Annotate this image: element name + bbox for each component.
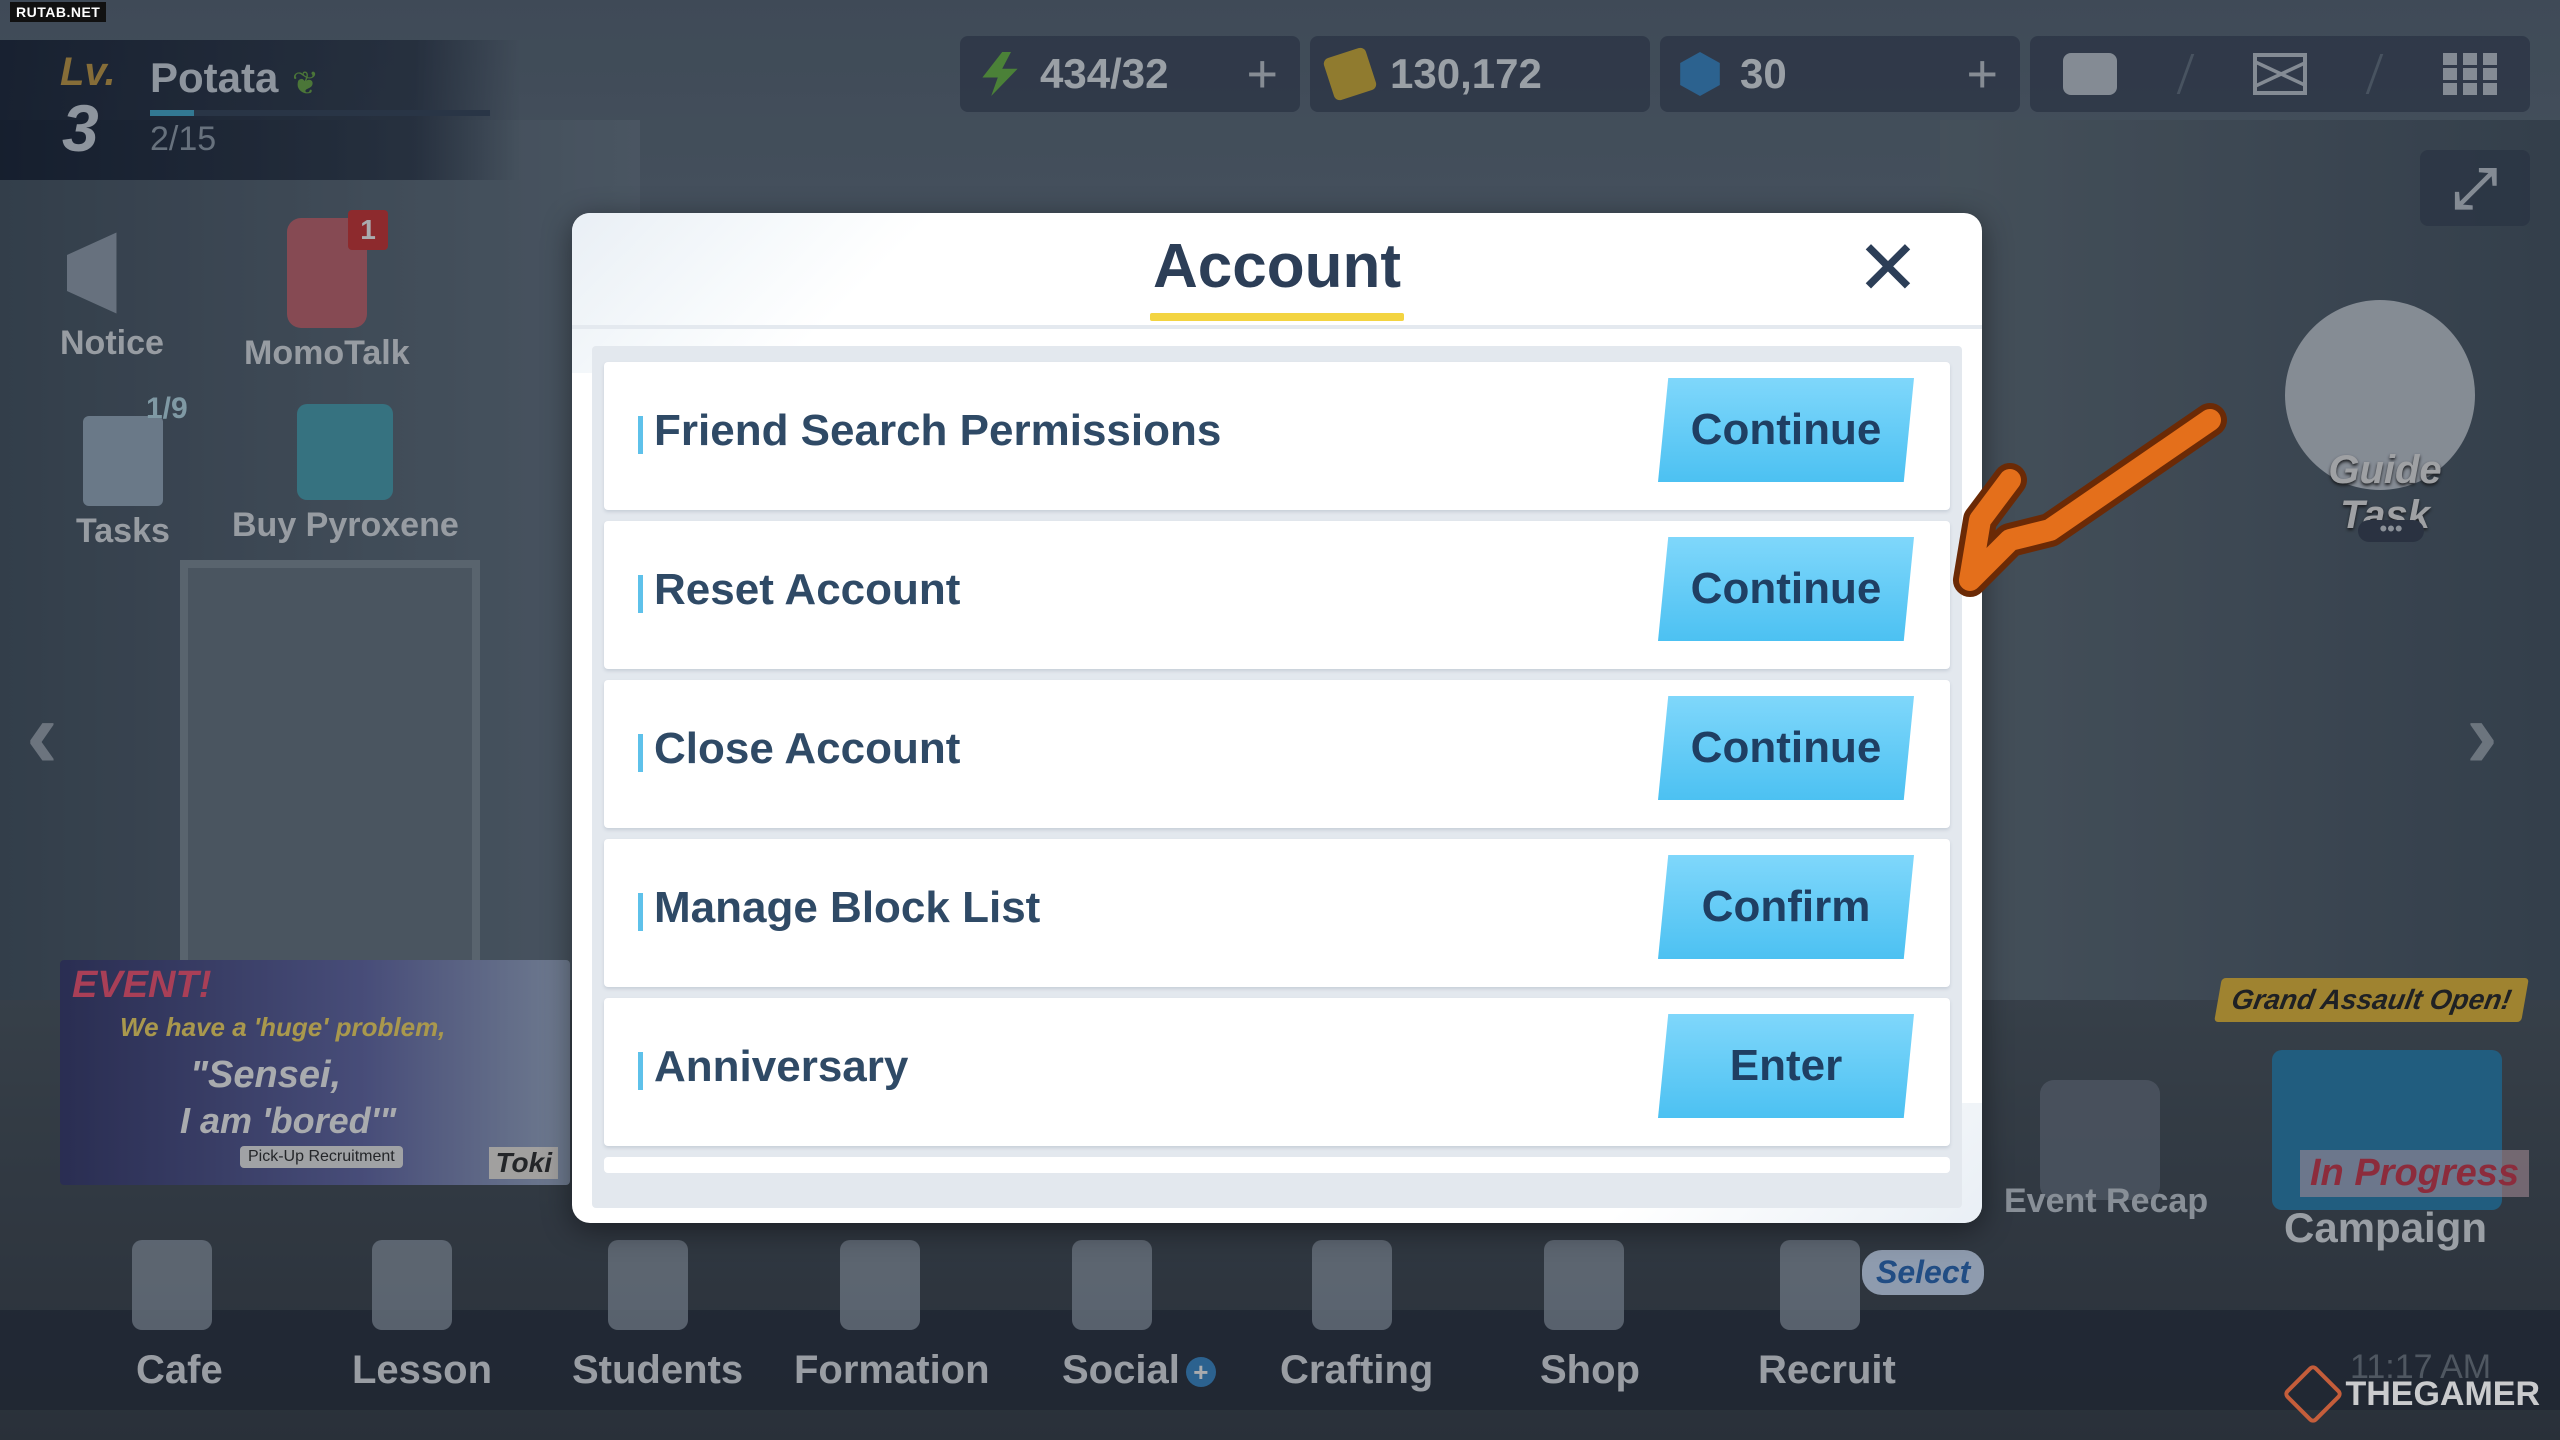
header-divider: [572, 325, 1982, 329]
list-item: Reset Account Continue: [604, 521, 1950, 669]
thegamer-logo-icon: [2282, 1362, 2345, 1426]
option-label: Close Account: [638, 724, 960, 774]
watermark-top: RUTAB.NET: [10, 2, 107, 22]
friend-search-permissions-continue-button[interactable]: Continue: [1658, 378, 1914, 482]
close-account-continue-button[interactable]: Continue: [1658, 696, 1914, 800]
close-icon[interactable]: ✕: [1852, 231, 1924, 307]
annotation-arrow-icon: [1953, 403, 2227, 597]
list-item-partial: [604, 1157, 1950, 1173]
reset-account-continue-button[interactable]: Continue: [1658, 537, 1914, 641]
list-item: Close Account Continue: [604, 680, 1950, 828]
account-dialog: Account ✕ Friend Search Permissions Cont…: [572, 213, 1982, 1223]
manage-block-list-confirm-button[interactable]: Confirm: [1658, 855, 1914, 959]
account-options-list[interactable]: Friend Search Permissions Continue Reset…: [592, 346, 1962, 1208]
option-label: Manage Block List: [638, 883, 1040, 933]
option-label: Anniversary: [638, 1042, 908, 1092]
list-item: Manage Block List Confirm: [604, 839, 1950, 987]
title-underline: [1150, 313, 1404, 321]
watermark-bottom: THEGAMER: [2282, 1362, 2540, 1426]
anniversary-enter-button[interactable]: Enter: [1658, 1014, 1914, 1118]
option-label: Reset Account: [638, 565, 960, 615]
dialog-title: Account: [1153, 232, 1401, 301]
option-label: Friend Search Permissions: [638, 406, 1221, 456]
list-item: Anniversary Enter: [604, 998, 1950, 1146]
list-item: Friend Search Permissions Continue: [604, 362, 1950, 510]
watermark-text: THEGAMER: [2345, 1374, 2540, 1413]
